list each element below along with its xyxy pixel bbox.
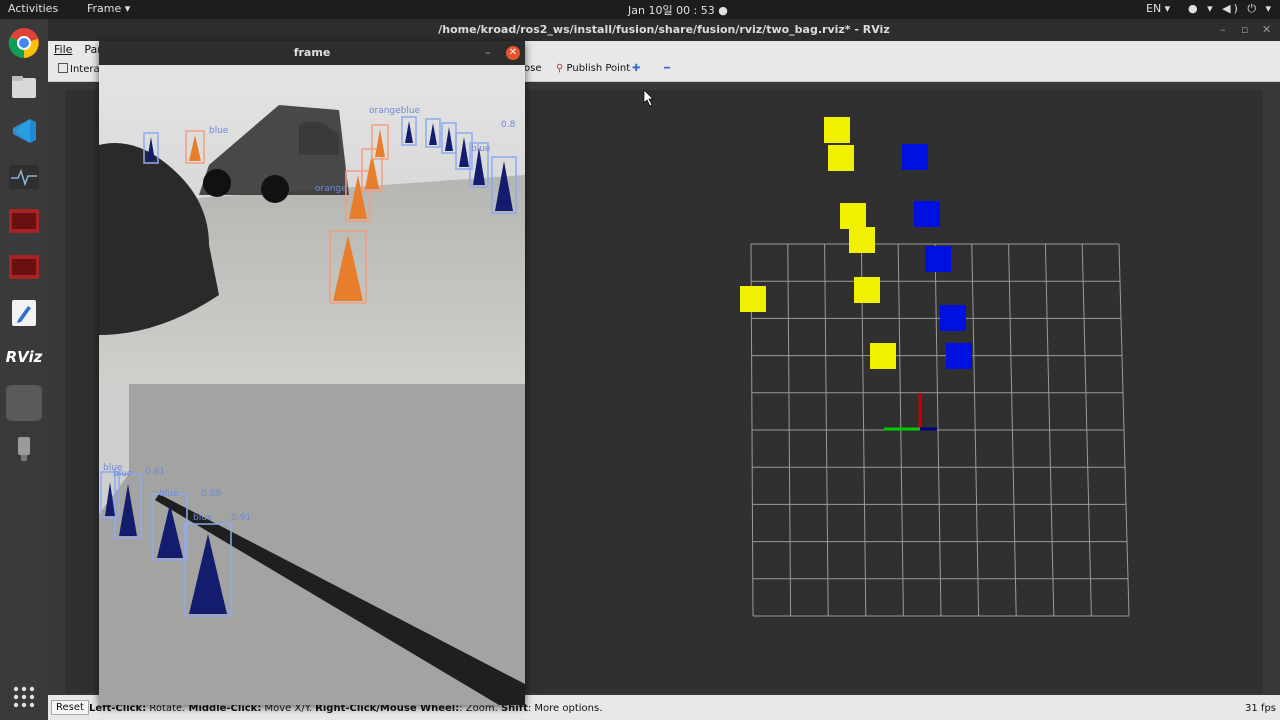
system-monitor-icon[interactable] [6, 159, 42, 195]
system-tray[interactable]: ● ▾ ◀) ⏻ ▾ [1188, 2, 1274, 16]
minimize-button[interactable]: – [1220, 19, 1226, 41]
pin-icon: ⚲ [556, 63, 564, 74]
terminal-icon[interactable] [6, 249, 42, 285]
camera-image-front: orange orangeblue blue 0.8 blue [99, 65, 525, 384]
detection-label: blue [471, 144, 491, 154]
yellow-cone-marker [870, 343, 896, 369]
cone-markers [740, 117, 972, 369]
detection-label: 0.8 [501, 120, 516, 130]
detection-label: blue [193, 513, 213, 523]
remove-tool-button[interactable]: ━ [664, 63, 670, 74]
yellow-cone-marker [740, 286, 766, 312]
window-title: /home/kroad/ros2_ws/install/fusion/share… [438, 23, 890, 36]
ground-grid [750, 243, 1130, 617]
usb-drive-icon[interactable] [6, 431, 42, 467]
reset-button[interactable]: Reset [51, 700, 89, 715]
detection-label: orangeblue [369, 106, 421, 116]
detection-label: blue [159, 489, 179, 499]
detection-label: 0.89 [201, 489, 221, 499]
system-top-bar: Activities Frame ▾ Jan 10일 00 : 53 ● EN … [0, 0, 1280, 19]
vscode-icon[interactable] [6, 113, 42, 149]
terminal-icon[interactable] [6, 203, 42, 239]
blue-cone-marker [914, 201, 940, 227]
files-icon[interactable] [6, 69, 42, 105]
yellow-cone-marker [854, 277, 880, 303]
frame-window[interactable]: frame – ✕ orange orangeblue blue 0.8 blue bl… [99, 41, 525, 705]
language-indicator[interactable]: EN ▾ [1146, 2, 1170, 15]
frame-title-bar[interactable]: frame – ✕ [99, 41, 525, 65]
yellow-cone-marker [849, 227, 875, 253]
add-tool-button[interactable]: ✚ [632, 63, 640, 74]
camera-image-side: blue blue 0.81 blue 0.89 blue 0.91 [99, 384, 525, 705]
clock[interactable]: Jan 10일 00 : 53 ● [628, 2, 728, 18]
activities-button[interactable]: Activities [8, 2, 58, 15]
detection-label: blue [113, 469, 133, 479]
yellow-cone-marker [828, 145, 854, 171]
frame-window-title: frame [293, 46, 331, 59]
text-editor-icon[interactable] [6, 295, 42, 331]
detection-label: 0.81 [145, 467, 165, 477]
maximize-button[interactable]: ▫ [1241, 19, 1248, 41]
blue-cone-marker [925, 246, 951, 272]
blue-cone-marker [902, 144, 928, 170]
rviz-dock-label: RViz [5, 348, 43, 366]
yellow-cone-marker [824, 117, 850, 143]
chrome-icon[interactable] [6, 25, 42, 61]
set-pose-tool[interactable]: ose [524, 63, 541, 74]
yellow-cone-marker [840, 203, 866, 229]
close-button[interactable]: ✕ [1262, 19, 1271, 41]
dock: RViz [0, 19, 48, 720]
fps-counter: 31 fps [1245, 703, 1276, 714]
interact-icon [58, 63, 68, 73]
blue-cone-marker [940, 305, 966, 331]
frame-minimize-button[interactable]: – [485, 41, 491, 65]
app-menu[interactable]: Frame ▾ [87, 2, 130, 15]
app-grid-icon[interactable] [6, 679, 42, 715]
detection-label: orange [315, 184, 347, 194]
axes-marker [884, 393, 937, 431]
rviz-icon[interactable]: RViz [5, 339, 43, 375]
frame-close-button[interactable]: ✕ [506, 46, 520, 60]
frame-icon[interactable] [6, 385, 42, 421]
publish-point-tool[interactable]: ⚲ Publish Point [556, 63, 630, 74]
detection-label: blue [209, 126, 229, 136]
detection-label: 0.91 [231, 513, 251, 523]
blue-cone-marker [946, 343, 972, 369]
menu-file[interactable]: File [48, 41, 78, 56]
rviz-title-bar[interactable]: /home/kroad/ros2_ws/install/fusion/share… [48, 19, 1280, 41]
mouse-cursor [643, 89, 654, 107]
